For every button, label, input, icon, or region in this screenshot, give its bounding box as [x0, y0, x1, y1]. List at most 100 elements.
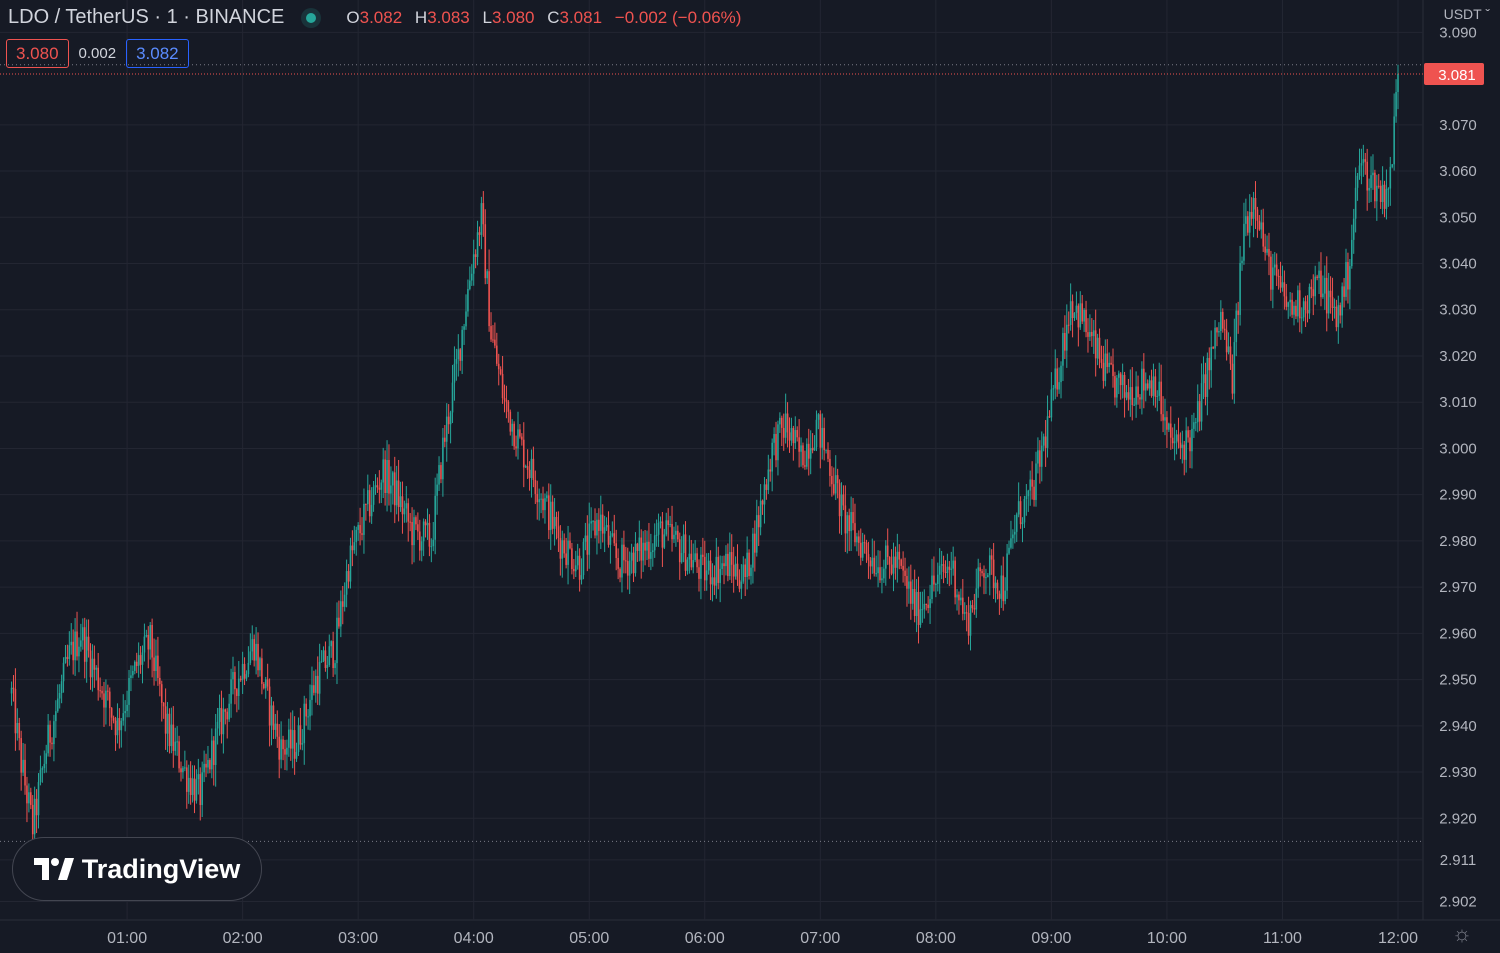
candle-body[interactable]	[478, 232, 481, 235]
candle-body[interactable]	[101, 690, 103, 694]
candle-body[interactable]	[1035, 463, 1037, 500]
candle-body[interactable]	[919, 609, 922, 625]
candle-body[interactable]	[1154, 376, 1157, 397]
candle-body[interactable]	[1260, 222, 1263, 230]
candle-body[interactable]	[1221, 311, 1224, 329]
candle-body[interactable]	[609, 535, 612, 545]
candle-body[interactable]	[1091, 332, 1093, 337]
candle-body[interactable]	[220, 707, 223, 735]
candle-body[interactable]	[417, 524, 419, 532]
candle-body[interactable]	[53, 721, 55, 745]
candle-body[interactable]	[392, 472, 394, 486]
candle-body[interactable]	[944, 571, 947, 573]
candle-body[interactable]	[715, 556, 718, 586]
candle-body[interactable]	[497, 363, 500, 370]
candle-body[interactable]	[929, 599, 931, 608]
candle-body[interactable]	[1094, 330, 1097, 359]
candle-body[interactable]	[39, 769, 42, 783]
candle-body[interactable]	[765, 484, 768, 490]
candle-body[interactable]	[1287, 302, 1290, 307]
candle-body[interactable]	[340, 601, 342, 627]
candle-body[interactable]	[1010, 538, 1012, 548]
candle-body[interactable]	[621, 544, 623, 578]
candle-body[interactable]	[773, 434, 775, 443]
candle-body[interactable]	[295, 752, 298, 759]
candle-body[interactable]	[1372, 172, 1374, 176]
candle-body[interactable]	[151, 625, 153, 658]
candle-body[interactable]	[742, 564, 745, 582]
candle-body[interactable]	[988, 555, 991, 576]
candle-body[interactable]	[1237, 310, 1239, 315]
candle-body[interactable]	[956, 594, 958, 598]
candle-body[interactable]	[268, 686, 271, 726]
candle-body[interactable]	[307, 716, 309, 718]
candle-body[interactable]	[1198, 401, 1201, 422]
candle-body[interactable]	[234, 672, 236, 690]
candle-body[interactable]	[80, 640, 82, 647]
candle-body[interactable]	[615, 543, 617, 558]
candle-body[interactable]	[580, 575, 583, 580]
candle-body[interactable]	[574, 565, 577, 572]
candle-body[interactable]	[1152, 376, 1155, 396]
candle-body[interactable]	[274, 723, 277, 730]
candle-body[interactable]	[218, 707, 221, 722]
candle-body[interactable]	[732, 564, 735, 577]
candle-body[interactable]	[1270, 256, 1272, 290]
candle-body[interactable]	[1133, 404, 1135, 406]
candle-body[interactable]	[1162, 414, 1164, 421]
price-chart[interactable]: 3.090 3.070 3.060 3.050 3.040 3.030 3.020 3.010…	[0, 0, 1500, 953]
candle-body[interactable]	[320, 660, 323, 663]
candle-body[interactable]	[336, 617, 338, 664]
candle-body[interactable]	[1385, 189, 1388, 209]
candle-body[interactable]	[490, 326, 492, 340]
candle-body[interactable]	[711, 577, 714, 585]
candle-body[interactable]	[804, 465, 806, 467]
candle-body[interactable]	[613, 533, 616, 544]
candle-body[interactable]	[222, 709, 225, 735]
candle-body[interactable]	[382, 459, 384, 483]
candle-body[interactable]	[1046, 416, 1049, 448]
candle-body[interactable]	[754, 533, 756, 553]
candle-body[interactable]	[987, 575, 989, 578]
candle-body[interactable]	[750, 567, 752, 576]
candle-body[interactable]	[788, 432, 791, 441]
candle-body[interactable]	[757, 515, 760, 528]
time-axis[interactable]: 01:00 02:00 03:00 04:00 05:00 06:00 07:00 08:00…	[107, 930, 1418, 947]
candle-body[interactable]	[958, 594, 960, 601]
candle-body[interactable]	[107, 690, 109, 692]
candle-body[interactable]	[985, 577, 987, 579]
candle-body[interactable]	[72, 641, 74, 661]
candle-body[interactable]	[519, 429, 521, 437]
candle-body[interactable]	[1241, 260, 1243, 264]
candle-body[interactable]	[1298, 290, 1301, 319]
candle-body[interactable]	[291, 730, 294, 749]
candle-body[interactable]	[1210, 347, 1213, 371]
candle-body[interactable]	[844, 505, 847, 534]
candle-body[interactable]	[76, 631, 78, 657]
candle-body[interactable]	[1281, 282, 1284, 288]
candle-body[interactable]	[428, 522, 431, 547]
candle-body[interactable]	[1245, 216, 1247, 224]
candle-body[interactable]	[1164, 417, 1166, 421]
candle-body[interactable]	[832, 484, 835, 494]
candle-body[interactable]	[424, 521, 427, 526]
candle-body[interactable]	[811, 447, 814, 451]
candle-body[interactable]	[64, 656, 67, 663]
candle-body[interactable]	[184, 767, 186, 769]
candle-body[interactable]	[332, 641, 334, 669]
candle-body[interactable]	[1044, 436, 1047, 448]
candle-body[interactable]	[328, 646, 331, 665]
candle-body[interactable]	[777, 424, 779, 461]
candle-body[interactable]	[472, 254, 475, 274]
candle-body[interactable]	[526, 466, 529, 470]
candle-body[interactable]	[686, 559, 689, 571]
candle-body[interactable]	[135, 661, 138, 666]
candle-body[interactable]	[1302, 301, 1305, 318]
candle-body[interactable]	[700, 554, 702, 579]
candle-body[interactable]	[967, 613, 970, 636]
candle-body[interactable]	[723, 563, 725, 567]
candle-body[interactable]	[380, 482, 383, 490]
candle-body[interactable]	[921, 609, 924, 611]
candle-body[interactable]	[1121, 375, 1124, 386]
candle-body[interactable]	[282, 739, 284, 750]
